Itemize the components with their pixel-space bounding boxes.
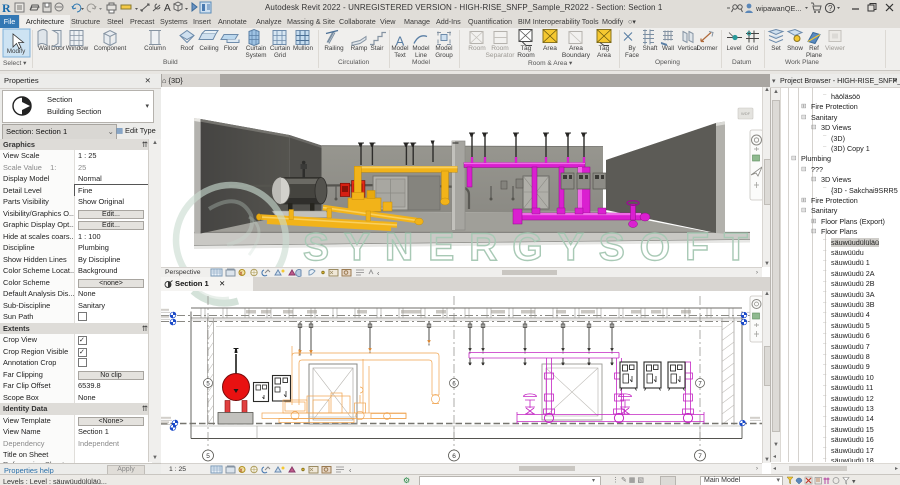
svg-text:Ceiling: Ceiling: [199, 45, 219, 52]
svg-text:?: ?: [828, 4, 833, 13]
svg-text:Curtain: Curtain: [246, 45, 267, 52]
svg-text:Mullion: Mullion: [293, 45, 313, 52]
svg-text:Area: Area: [569, 45, 583, 52]
svg-text:Separator: Separator: [486, 52, 516, 59]
svg-text:Floor: Floor: [224, 45, 238, 52]
svg-text:Tag: Tag: [521, 45, 532, 52]
svg-text:Show: Show: [787, 45, 803, 52]
svg-text:Wall: Wall: [662, 45, 674, 52]
svg-text:Line: Line: [415, 52, 427, 59]
svg-text:Tag: Tag: [599, 45, 610, 52]
svg-text:Model: Model: [412, 45, 429, 52]
svg-text:Set: Set: [771, 45, 781, 52]
svg-text:Stair: Stair: [371, 45, 384, 52]
svg-text:Vertical: Vertical: [678, 45, 699, 52]
svg-text:‹: ‹: [349, 467, 352, 474]
svg-text:Dormer: Dormer: [697, 45, 718, 52]
svg-text:SYNERGYSOFT: SYNERGYSOFT: [303, 226, 762, 267]
svg-text:Group: Group: [435, 52, 453, 59]
svg-text:Ref: Ref: [809, 45, 819, 52]
svg-text:Room: Room: [468, 45, 486, 52]
svg-text:WDF: WDF: [741, 111, 751, 116]
svg-text:▾: ▾: [852, 479, 856, 485]
svg-text:Roof: Roof: [180, 45, 194, 52]
svg-text:Ramp: Ramp: [351, 45, 368, 52]
svg-text:Area: Area: [543, 45, 557, 52]
svg-text:wipawanQE...: wipawanQE...: [755, 4, 802, 13]
svg-text:Modify: Modify: [7, 48, 26, 55]
svg-text:7: 7: [698, 453, 702, 460]
svg-text:Wall: Wall: [38, 45, 50, 52]
svg-text:Text: Text: [394, 52, 406, 59]
svg-text:By: By: [628, 45, 636, 52]
svg-text:Window: Window: [66, 45, 89, 52]
svg-text:R: R: [2, 1, 11, 14]
svg-text:Shaft: Shaft: [643, 45, 658, 52]
svg-text:Railing: Railing: [324, 45, 344, 52]
svg-text:A: A: [396, 34, 405, 49]
svg-text:Room: Room: [517, 52, 535, 59]
svg-text:Viewer: Viewer: [825, 45, 846, 52]
svg-text:Room: Room: [491, 45, 509, 52]
svg-text:Boundary: Boundary: [562, 52, 591, 59]
svg-text:Level: Level: [726, 45, 741, 52]
svg-text:6: 6: [452, 453, 456, 460]
svg-text:Plane: Plane: [806, 52, 823, 59]
svg-text:Curtain: Curtain: [270, 45, 291, 52]
svg-text:x: x: [240, 468, 243, 474]
svg-text:Area: Area: [597, 52, 611, 59]
svg-text:Column: Column: [144, 45, 166, 52]
svg-text:Face: Face: [625, 52, 639, 59]
svg-text:5: 5: [206, 453, 210, 460]
svg-text:System: System: [246, 52, 267, 59]
svg-text:A: A: [164, 3, 171, 14]
svg-text:Grid: Grid: [274, 52, 286, 59]
svg-text:Grid: Grid: [746, 45, 758, 52]
svg-text:Model: Model: [435, 45, 452, 52]
